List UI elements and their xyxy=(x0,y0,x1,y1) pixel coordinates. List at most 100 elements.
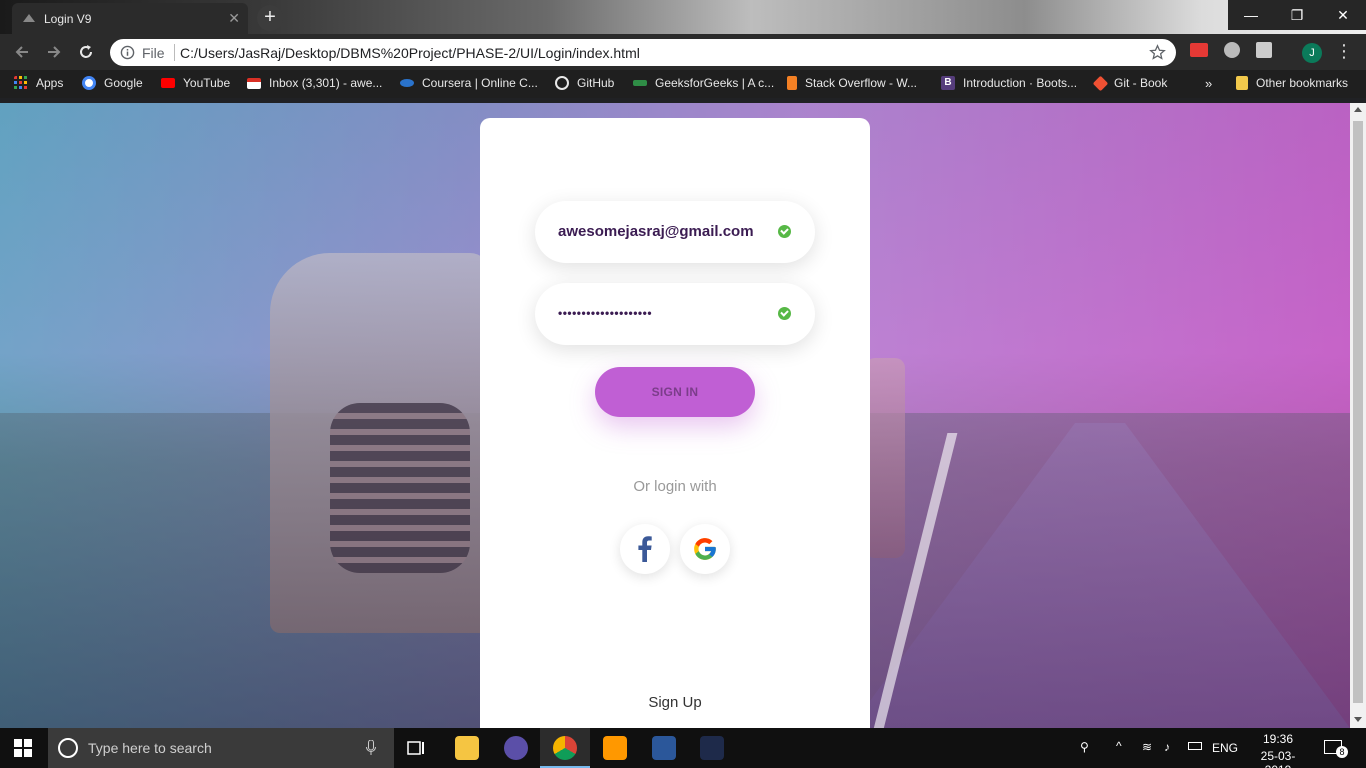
facebook-icon xyxy=(638,536,652,562)
page-favicon-icon xyxy=(23,14,35,22)
bookmarks-overflow-button[interactable]: » xyxy=(1205,76,1212,91)
coursera-icon xyxy=(400,79,414,87)
windows-start-icon[interactable] xyxy=(14,739,32,757)
bookmark-label: YouTube xyxy=(183,76,231,90)
email-value: awesomejasraj@gmail.com xyxy=(558,223,754,240)
extension-circle-icon[interactable] xyxy=(1224,42,1240,58)
people-icon[interactable]: ⚲ xyxy=(1080,740,1089,754)
task-view-icon[interactable] xyxy=(404,736,428,760)
chrome-taskbar-button[interactable] xyxy=(540,728,590,768)
chrome-icon xyxy=(553,736,577,760)
address-divider xyxy=(174,44,175,61)
reload-icon[interactable] xyxy=(76,42,96,62)
background-distant-bus xyxy=(865,358,905,558)
sublime-text-icon[interactable] xyxy=(603,736,627,760)
bookmark-other[interactable]: Other bookmarks xyxy=(1236,76,1348,90)
tor-app-icon[interactable] xyxy=(504,736,528,760)
minimize-window-button[interactable]: — xyxy=(1228,0,1274,30)
address-bar[interactable]: File C:/Users/JasRaj/Desktop/DBMS%20Proj… xyxy=(110,39,1176,66)
email-field[interactable]: awesomejasraj@gmail.com xyxy=(535,201,815,263)
bookmark-label: Stack Overflow - W... xyxy=(805,76,918,90)
notification-count-badge: 8 xyxy=(1336,746,1348,758)
bookmark-label: GitHub xyxy=(577,76,615,90)
volume-icon[interactable]: ♪ xyxy=(1164,740,1170,754)
taskbar-search-box[interactable]: Type here to search xyxy=(48,728,394,768)
browser-menu-icon[interactable]: ⋮ xyxy=(1335,40,1353,62)
url-text[interactable]: C:/Users/JasRaj/Desktop/DBMS%20Project/P… xyxy=(180,45,640,61)
git-icon xyxy=(1092,75,1109,91)
tab-title: Login V9 xyxy=(44,11,92,26)
background-bus-grille xyxy=(330,403,470,573)
info-icon[interactable] xyxy=(120,45,135,60)
google-g-icon xyxy=(694,538,716,560)
bookmark-geeksforgeeks[interactable]: GeeksforGeeks | A c... xyxy=(633,76,774,90)
bookmark-youtube[interactable]: YouTube xyxy=(161,76,230,90)
facebook-login-button[interactable] xyxy=(620,524,670,574)
bookmark-apps[interactable]: Apps xyxy=(14,76,63,90)
bookmark-label: Git - Book xyxy=(1114,76,1168,90)
password-field[interactable]: •••••••••••••••••••• xyxy=(535,283,815,345)
bookmark-inbox[interactable]: Inbox (3,301) - awe... xyxy=(247,76,382,90)
scrollbar-thumb[interactable] xyxy=(1353,121,1363,703)
sign-in-button[interactable]: SIGN IN xyxy=(595,367,755,417)
extension-red-icon[interactable] xyxy=(1190,43,1208,57)
bookmark-label: Apps xyxy=(36,76,64,90)
action-center-icon[interactable]: 8 xyxy=(1324,740,1348,758)
google-icon xyxy=(82,76,96,90)
bookmark-git-book[interactable]: Git - Book xyxy=(1092,75,1168,91)
valid-check-icon xyxy=(778,225,791,238)
word-icon[interactable] xyxy=(652,736,676,760)
security-chip: File xyxy=(142,45,165,61)
microphone-icon[interactable] xyxy=(366,740,376,756)
sign-up-link[interactable]: Sign Up xyxy=(480,694,870,711)
bookmark-label: GeeksforGeeks | A c... xyxy=(655,76,775,90)
folder-icon xyxy=(1236,76,1248,90)
profile-avatar[interactable]: J xyxy=(1302,43,1322,63)
file-explorer-icon[interactable] xyxy=(455,736,479,760)
bookmark-stackoverflow[interactable]: Stack Overflow - W... xyxy=(787,76,917,90)
bookmark-label: Inbox (3,301) - awe... xyxy=(269,76,383,90)
wifi-icon[interactable]: ≋ xyxy=(1142,740,1152,754)
stackoverflow-icon xyxy=(787,76,797,90)
back-arrow-icon[interactable] xyxy=(12,42,32,62)
geeksforgeeks-icon xyxy=(633,80,647,86)
extension-square-icon[interactable] xyxy=(1256,42,1272,58)
battery-icon[interactable] xyxy=(1188,742,1202,750)
apps-grid-icon xyxy=(14,76,27,89)
browser-toolbar: File C:/Users/JasRaj/Desktop/DBMS%20Proj… xyxy=(0,34,1366,70)
gmail-icon xyxy=(247,77,261,89)
scroll-down-arrow-icon[interactable] xyxy=(1354,717,1362,722)
bootstrap-icon: B xyxy=(941,76,955,90)
close-tab-icon[interactable]: ✕ xyxy=(228,10,240,27)
bookmark-label: Coursera | Online C... xyxy=(422,76,538,90)
login-card: awesomejasraj@gmail.com ••••••••••••••••… xyxy=(480,118,870,728)
or-login-with-label: Or login with xyxy=(633,478,717,495)
youtube-icon xyxy=(161,78,175,88)
bookmark-github[interactable]: GitHub xyxy=(555,76,614,90)
language-indicator[interactable]: ENG xyxy=(1212,741,1238,755)
github-icon xyxy=(555,76,569,90)
valid-check-icon xyxy=(778,307,791,320)
show-hidden-icons-chevron-icon[interactable]: ^ xyxy=(1116,739,1122,753)
google-login-button[interactable] xyxy=(680,524,730,574)
bookmark-bootstrap[interactable]: B Introduction · Boots... xyxy=(941,76,1077,90)
bookmark-coursera[interactable]: Coursera | Online C... xyxy=(400,76,538,90)
tab-strip: Login V9 ✕ + — ❐ ✕ xyxy=(0,0,1366,34)
restore-window-button[interactable]: ❐ xyxy=(1274,0,1320,30)
page-scrollbar[interactable] xyxy=(1350,103,1366,728)
bookmark-label: Google xyxy=(104,76,143,90)
forward-arrow-icon[interactable] xyxy=(44,42,64,62)
search-placeholder: Type here to search xyxy=(88,740,212,756)
bookmark-google[interactable]: Google xyxy=(82,76,143,90)
windows-taskbar: Type here to search ⚲ ^ ≋ ♪ ENG 19:36 25… xyxy=(0,728,1366,768)
clock-date: 25-03-2019 xyxy=(1260,749,1296,768)
bookmark-label: Other bookmarks xyxy=(1256,76,1349,90)
cortana-icon xyxy=(58,738,78,758)
scroll-up-arrow-icon[interactable] xyxy=(1354,107,1362,112)
bookmark-star-icon[interactable] xyxy=(1149,44,1166,61)
tab-login-v9[interactable]: Login V9 ✕ xyxy=(12,3,248,34)
close-window-button[interactable]: ✕ xyxy=(1320,0,1366,30)
new-tab-button[interactable]: + xyxy=(257,5,283,31)
system-clock[interactable]: 19:36 25-03-2019 xyxy=(1258,732,1298,768)
mysql-workbench-icon[interactable] xyxy=(700,736,724,760)
